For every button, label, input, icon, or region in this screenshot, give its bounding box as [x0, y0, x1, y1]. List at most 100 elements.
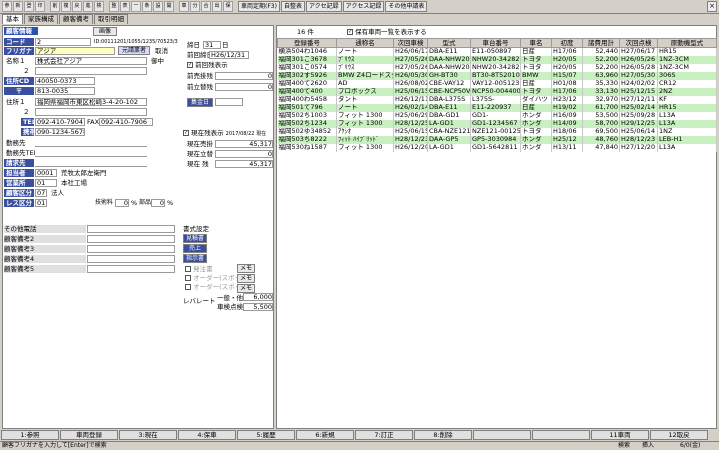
toolbar-icon-6[interactable]: 戻る	[72, 1, 82, 12]
table-row[interactable]: 福岡301こ3678 ﾌﾟﾘｳｽ H27/05/26 DAA-NHW20 NHW20-3…	[277, 55, 717, 64]
note-field-3[interactable]	[87, 245, 175, 253]
column-header[interactable]: 原動機型式	[657, 38, 717, 48]
collection-date-field[interactable]	[215, 98, 243, 106]
worktel-field[interactable]	[35, 149, 147, 157]
toolbar-button-0[interactable]: 車両定期(F3)	[238, 1, 280, 12]
toolbar-button-2[interactable]: アクセ記録	[305, 1, 342, 12]
toolbar-icon-1[interactable]: 新規	[13, 1, 23, 12]
image-button[interactable]: 画像	[93, 27, 117, 36]
table-row[interactable]: 福岡302す5926BMW Z4ロードスターH26/05/30GH-BT30BT…	[277, 71, 717, 80]
part-rate-field[interactable]: 0	[151, 199, 165, 207]
function-key-4[interactable]: 4:保車	[178, 430, 236, 440]
office-label[interactable]: 営業所	[4, 179, 34, 187]
tel-field[interactable]: 092-410-7904	[35, 118, 85, 126]
function-key-3[interactable]: 3:現在	[119, 430, 177, 440]
column-header[interactable]: 次回車検	[393, 38, 428, 48]
addr2-field[interactable]	[35, 108, 147, 116]
function-key-10[interactable]	[532, 430, 590, 440]
tab-notes[interactable]: 顧客備考	[59, 14, 93, 24]
column-header[interactable]: 初度	[551, 38, 583, 48]
toolbar-icon-0[interactable]: 参照	[2, 1, 12, 12]
memo-button-1[interactable]: メモ	[237, 264, 255, 273]
toolbar-icon-4[interactable]: 削除	[50, 1, 60, 12]
toolbar-icon-13[interactable]: 設定	[153, 1, 163, 12]
toolbar-icon-2[interactable]: 登録	[24, 1, 34, 12]
sales-button[interactable]: 売上	[183, 244, 207, 253]
table-row[interactable]: 横浜504わ1046 ノート H26/06/17 DBA-E11 E11-050897 日…	[277, 47, 717, 56]
fax-field[interactable]: 092-410-7906	[99, 118, 153, 126]
function-key-11[interactable]: 11車両	[591, 430, 649, 440]
option-order[interactable]: 発注書	[185, 265, 213, 273]
table-row[interactable]: 福岡502ゆ34852 ｱｸｼｵ H25/06/15 CBA-NZE121 NZE121…	[277, 127, 717, 136]
quote-button[interactable]: 見積書	[183, 234, 207, 243]
prev-closing-field[interactable]: H26/12/31	[209, 51, 249, 59]
tax-type-label[interactable]: レス区分	[4, 199, 34, 207]
table-row[interactable]: 福岡400わ5458 タント H26/12/11 DBA-L375S L375S- ダイハ…	[277, 95, 717, 104]
invoice-label[interactable]: 請求先	[4, 159, 34, 167]
column-header[interactable]: 諸費用計	[582, 38, 620, 48]
furigana-field[interactable]: アジア	[35, 47, 115, 55]
current-balance-check[interactable]: ✓ 現在残表示 2017/08/22 現在	[183, 129, 266, 137]
toolbar-button-1[interactable]: 自整表	[280, 1, 305, 12]
table-row[interactable]: 福岡400て400 プロボックス H25/06/15 CBE-NCP50V NCP50-…	[277, 87, 717, 96]
toolbar-icon-15[interactable]: 車検	[179, 1, 189, 12]
customer-type-label[interactable]: 顧客区分	[4, 189, 34, 197]
function-key-7[interactable]: 7:訂正	[355, 430, 413, 440]
note-field-2[interactable]	[87, 235, 175, 243]
mobile-field[interactable]: 090-1234-5678	[35, 128, 85, 136]
other-phone-field[interactable]	[87, 225, 175, 233]
function-key-8[interactable]: 8:削除	[414, 430, 472, 440]
close-icon[interactable]: ×	[707, 1, 717, 12]
column-header[interactable]: 登録番号	[277, 38, 337, 48]
table-row[interactable]: 福岡501て796 ノート H26/02/14 DBA-E11 E11-220937 日産…	[277, 103, 717, 112]
work-field[interactable]	[35, 139, 147, 147]
toolbar-icon-7[interactable]: 進む	[83, 1, 93, 12]
invoice-field[interactable]	[35, 159, 147, 167]
staff-label[interactable]: 担当者	[4, 169, 34, 177]
toolbar-icon-10[interactable]: 表示	[120, 1, 130, 12]
toolbar-icon-3[interactable]: 印刷	[35, 1, 45, 12]
toolbar-icon-18[interactable]: 出力	[212, 1, 222, 12]
tax-type-code[interactable]: 01	[35, 199, 47, 207]
toolbar-icon-17[interactable]: 合算	[201, 1, 211, 12]
toolbar-icon-14[interactable]: 開発	[164, 1, 174, 12]
toolbar-icon-9[interactable]: 整列	[109, 1, 119, 12]
tab-basic[interactable]: 基本	[2, 14, 23, 24]
rate-check-field[interactable]: 5,500	[243, 303, 273, 311]
name1-field[interactable]: 株式会社アジア	[35, 57, 147, 65]
tech-rate-field[interactable]: 0	[115, 199, 129, 207]
instruction-button[interactable]: 指示書	[183, 254, 207, 263]
table-row[interactable]: 福岡502ち1234 フィット 1300 H28/12/25 LA-GD1 GD1-12…	[277, 119, 717, 128]
addr1-field[interactable]: 福岡県福岡市東区松崎3-4-20-102	[35, 98, 147, 106]
column-header[interactable]: 次回点検	[619, 38, 658, 48]
function-key-2[interactable]: 車両登録	[60, 430, 118, 440]
postal-field[interactable]: 813-0035	[35, 87, 95, 95]
toolbar-icon-16[interactable]: 分割	[190, 1, 200, 12]
code-field[interactable]: 2	[35, 38, 91, 46]
tab-family[interactable]: 家族構成	[24, 14, 58, 24]
zip-code-field[interactable]: 40050-0373	[35, 77, 95, 85]
function-key-5[interactable]: 5:履歴	[237, 430, 295, 440]
column-header[interactable]: 車名	[520, 38, 552, 48]
collection-date-button[interactable]: 集金日	[187, 98, 213, 107]
memo-button-3[interactable]: メモ	[237, 284, 255, 293]
function-key-12[interactable]: 12取戻	[650, 430, 708, 440]
note-field-4[interactable]	[87, 255, 175, 263]
table-row[interactable]: 福岡301こ0574 ﾌﾟﾘｳｽ H27/05/26 DAA-NHW20 NHW20-3…	[277, 63, 717, 72]
office-code[interactable]: 01	[35, 179, 57, 187]
column-header[interactable]: 通称名	[336, 38, 394, 48]
note-field-5[interactable]	[87, 265, 175, 273]
memo-button-2[interactable]: メモ	[237, 274, 255, 283]
toolbar-icon-12[interactable]: 条件	[142, 1, 152, 12]
column-header[interactable]: 型式	[427, 38, 471, 48]
staff-code[interactable]: 0001	[35, 169, 57, 177]
show-kept-vehicles-check[interactable]: ✓ 保有車両一覧を表示する	[347, 28, 427, 36]
function-key-6[interactable]: 6:新規	[296, 430, 354, 440]
toolbar-icon-5[interactable]: 複写	[61, 1, 71, 12]
customer-type-code[interactable]: 07	[35, 189, 47, 197]
rate-general-field[interactable]: 6,000	[243, 293, 273, 301]
closing-field[interactable]: 31	[203, 41, 221, 49]
function-key-1[interactable]: 1:参照	[1, 430, 59, 440]
table-row[interactable]: 福岡530ね1587 フィット 1300 H26/12/20 LA-GD1 GD1-56…	[277, 143, 717, 152]
prev-balance-check[interactable]: ✓ 前回残表示	[187, 61, 228, 69]
